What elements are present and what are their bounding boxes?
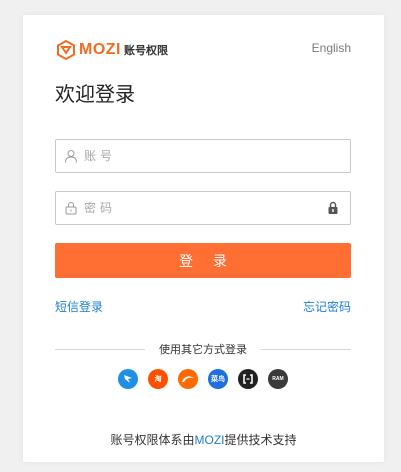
mozi-logo-icon xyxy=(57,40,75,60)
other-methods-divider: 使用其它方式登录 xyxy=(55,341,351,357)
password-visibility-lock-icon[interactable] xyxy=(326,201,340,215)
user-icon xyxy=(65,150,77,163)
alibaba-icon xyxy=(182,376,194,382)
password-field[interactable] xyxy=(55,191,351,225)
username-input[interactable] xyxy=(84,142,350,170)
brand-word: MOZI xyxy=(79,41,121,58)
password-input[interactable] xyxy=(84,194,326,222)
aliyun-icon xyxy=(243,374,253,384)
language-switch-link[interactable]: English xyxy=(312,41,351,55)
forgot-password-link[interactable]: 忘记密码 xyxy=(303,298,351,315)
login-button[interactable]: 登 录 xyxy=(55,243,351,278)
page-title: 欢迎登录 xyxy=(55,84,135,106)
cainiao-login-icon[interactable]: 菜鸟 xyxy=(208,369,228,389)
footer-suffix: 提供技术支持 xyxy=(224,433,297,447)
username-field[interactable] xyxy=(55,139,351,173)
brand-subtitle: 账号权限 xyxy=(124,45,168,57)
footer-brand-link[interactable]: MOZI xyxy=(195,433,225,447)
lock-icon xyxy=(65,202,77,215)
alibaba-login-icon[interactable] xyxy=(178,369,198,389)
ram-login-icon[interactable]: RAM xyxy=(268,369,288,389)
dingtalk-icon xyxy=(124,375,132,383)
dingtalk-login-icon[interactable] xyxy=(118,369,138,389)
login-providers: 淘 菜鸟 RAM xyxy=(118,369,288,389)
divider-line-right xyxy=(261,349,351,350)
login-card: MOZI 账号权限 English 欢迎登录 登 录 短信登录 忘记密码 使用其… xyxy=(23,15,384,462)
taobao-login-icon[interactable]: 淘 xyxy=(148,369,168,389)
aliyun-login-icon[interactable] xyxy=(238,369,258,389)
sms-login-link[interactable]: 短信登录 xyxy=(55,298,103,315)
footer-prefix: 账号权限体系由 xyxy=(110,433,195,447)
footer-credit: 账号权限体系由MOZI提供技术支持 xyxy=(23,431,384,448)
brand-logo: MOZI 账号权限 xyxy=(56,39,168,61)
